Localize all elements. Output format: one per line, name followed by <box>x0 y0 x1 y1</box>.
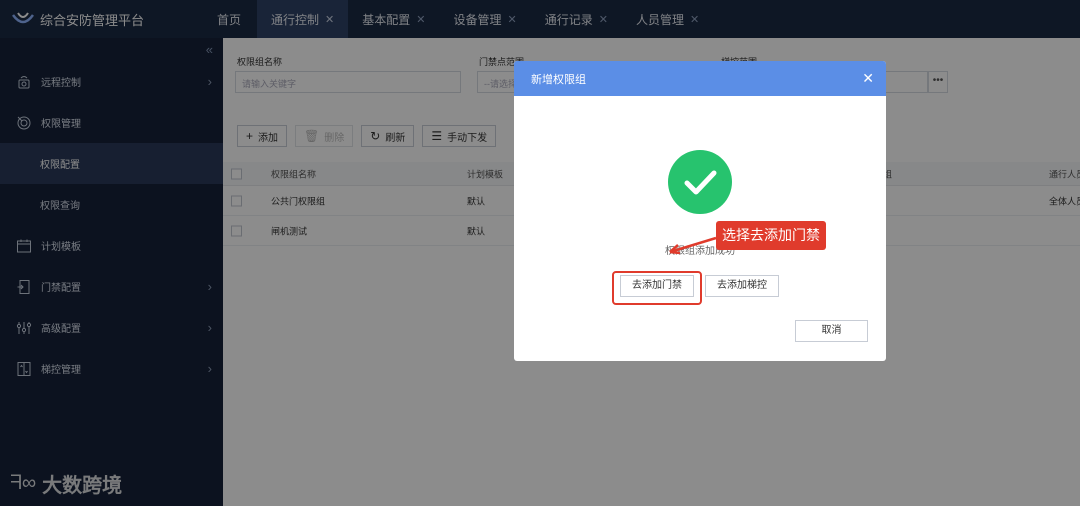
success-check-icon <box>668 150 732 214</box>
cancel-button[interactable]: 取消 <box>795 320 868 342</box>
dialog-title: 新增权限组 <box>531 73 586 86</box>
add-elevator-control-button[interactable]: 去添加梯控 <box>705 275 779 297</box>
annotation-highlight-box <box>612 271 702 305</box>
annotation-arrow-icon <box>669 236 717 255</box>
dialog-header: 新增权限组 ✕ <box>514 61 886 96</box>
add-permission-group-dialog: 新增权限组 ✕ 权限组添加成功 去添加门禁 去添加梯控 取消 选择去添加门禁 <box>514 61 886 361</box>
annotation-callout: 选择去添加门禁 <box>716 221 826 250</box>
close-icon[interactable]: ✕ <box>862 71 874 85</box>
